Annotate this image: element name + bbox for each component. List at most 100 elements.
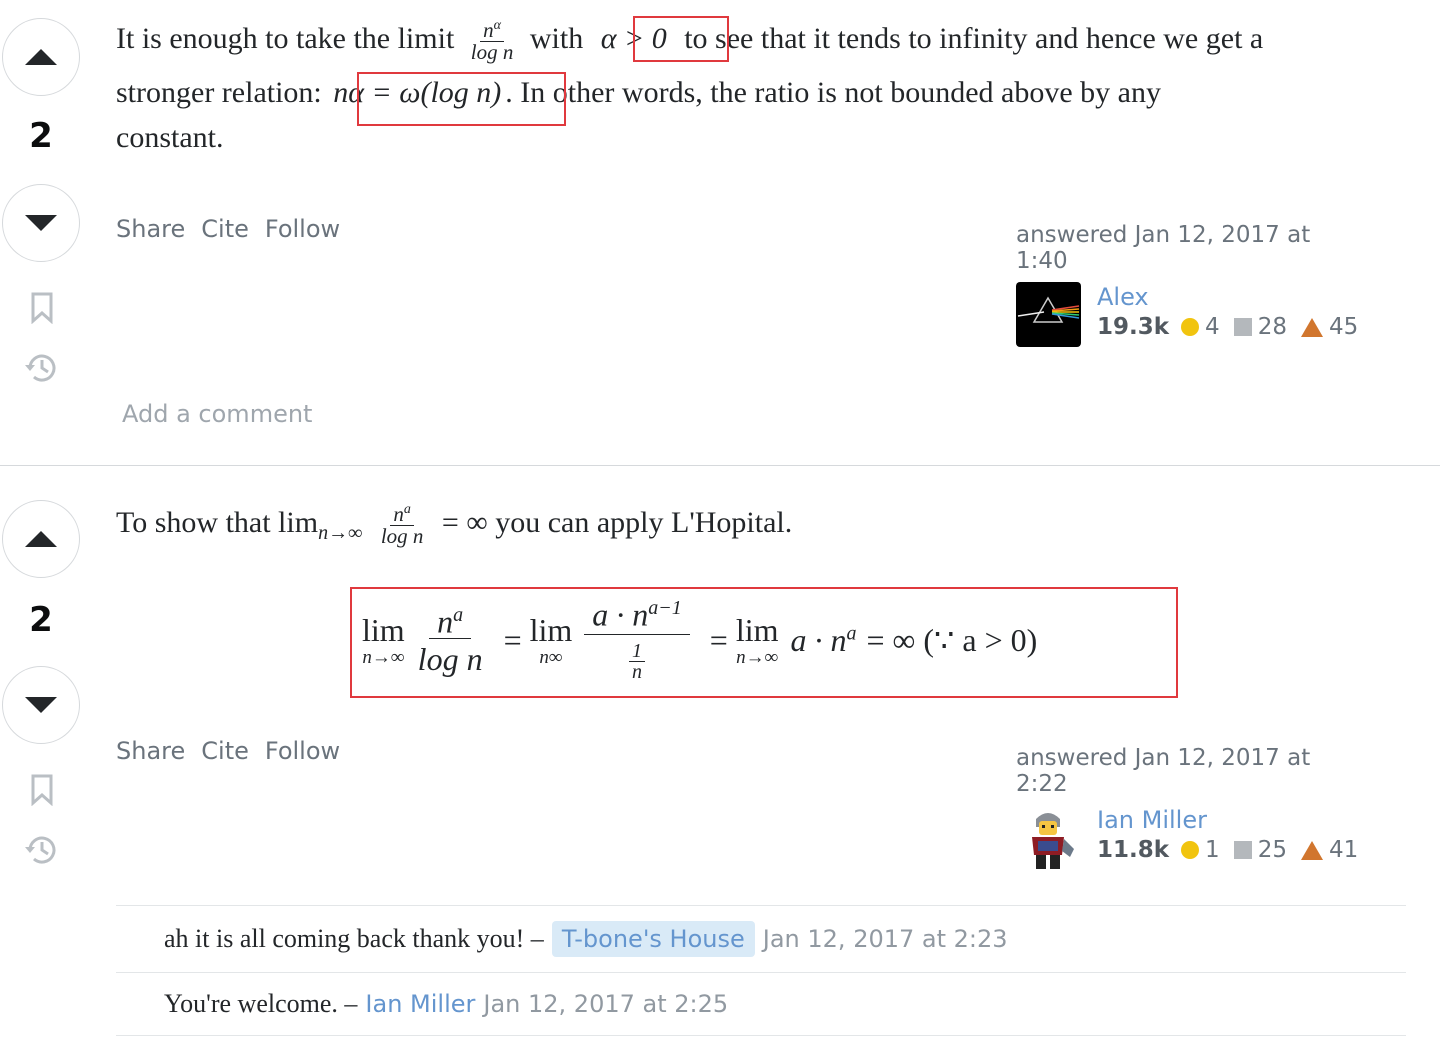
arrow-down-icon (25, 215, 57, 231)
body-text: with (529, 22, 584, 55)
bronze-count: 45 (1328, 314, 1359, 340)
downvote-button[interactable] (2, 666, 80, 744)
frac-den: log n (470, 40, 514, 65)
vote-count: 2 (29, 116, 53, 156)
body-text: = ∞ you can apply L'Hopital. (441, 506, 793, 539)
cite-link[interactable]: Cite (201, 737, 249, 765)
frac-num: n (437, 603, 454, 640)
fraction: a · na−1 1 n (584, 596, 690, 684)
lim-subscript: n∞ (539, 646, 563, 668)
frac-den: log n (417, 640, 483, 677)
user-name[interactable]: Alex (1097, 282, 1372, 312)
lim-text: lim (529, 611, 573, 648)
gold-count: 4 (1205, 314, 1220, 340)
body-text: . In other words, the ratio is not bound… (505, 76, 1161, 109)
body-text: stronger relation: (116, 76, 322, 109)
frac-den: n (632, 661, 643, 684)
timeline-button[interactable] (24, 350, 60, 386)
answered-time: answered Jan 12, 2017 at 2:22 (1016, 745, 1311, 797)
prism-avatar-icon (1016, 282, 1081, 347)
comment-user[interactable]: T-bone's House (551, 921, 755, 957)
bookmark-button[interactable] (24, 290, 60, 326)
vote-count: 2 (29, 600, 53, 640)
highlight-box (357, 72, 566, 126)
frac-den: log n (380, 524, 424, 549)
reputation-score: 11.8k (1097, 837, 1170, 863)
downvote-button[interactable] (2, 184, 80, 262)
frac-num: 1 (629, 641, 646, 663)
upvote-button[interactable] (2, 500, 80, 578)
tail-term: a · na (791, 622, 857, 659)
comment-divider (116, 972, 1406, 973)
answered-time: answered Jan 12, 2017 at 1:40 (1016, 222, 1311, 274)
comment: ah it is all coming back thank you! – T-… (164, 918, 1008, 960)
display-equation: lim n→∞ na log n = lim n∞ a · na−1 1 n =… (362, 590, 1162, 690)
frac-sup: α (493, 18, 501, 34)
silver-count: 25 (1257, 837, 1287, 863)
fraction: na log n (415, 605, 486, 675)
answer-body: It is enough to take the limit nα log n … (116, 14, 1416, 164)
upvote-button[interactable] (2, 18, 80, 96)
silver-badge-icon (1233, 318, 1252, 336)
reputation-score: 19.3k (1097, 314, 1170, 340)
frac-sup: a (403, 502, 411, 518)
silver-badge-icon (1233, 841, 1252, 859)
history-icon (25, 836, 56, 864)
lim-subscript: n→∞ (362, 646, 405, 668)
frac-sup: a (453, 604, 464, 627)
share-link[interactable]: Share (116, 215, 185, 243)
comment-divider (116, 905, 1406, 906)
lim-subscript: n→∞ (736, 646, 779, 668)
gold-badge-icon (1181, 318, 1200, 336)
add-comment-link[interactable]: Add a comment (122, 400, 312, 428)
frac-sup: a−1 (648, 596, 682, 619)
follow-link[interactable]: Follow (265, 215, 340, 243)
equals: = (503, 621, 522, 658)
arrow-up-icon (25, 49, 57, 65)
lim-text: lim (735, 611, 779, 648)
tail-sup: a (846, 621, 857, 644)
fraction: na log n (378, 503, 427, 547)
arrow-up-icon (25, 531, 57, 547)
user-reputation: 19.3k 4 28 45 (1097, 314, 1372, 340)
gold-count: 1 (1205, 837, 1220, 863)
frac-num: n (393, 502, 404, 527)
bookmark-button[interactable] (24, 772, 60, 808)
lim-subscript: n→∞ (318, 522, 363, 544)
bronze-count: 41 (1328, 837, 1359, 863)
timeline-button[interactable] (24, 832, 60, 868)
comment-user[interactable]: Ian Miller (365, 990, 475, 1018)
lim-text: lim (362, 611, 405, 648)
comment-date[interactable]: Jan 12, 2017 at 2:25 (483, 990, 728, 1018)
comment-divider (116, 1035, 1406, 1036)
history-icon (25, 354, 56, 382)
answer-divider (0, 465, 1440, 466)
bookmark-icon (31, 292, 53, 324)
user-name[interactable]: Ian Miller (1097, 805, 1372, 835)
gold-badge-icon (1181, 841, 1200, 859)
body-text: to see that it tends to infinity and hen… (684, 22, 1264, 55)
limit: lim n∞ (530, 614, 573, 667)
knight-figure-avatar-icon (1016, 805, 1081, 870)
frac-num: n (483, 18, 494, 43)
fraction: nα log n (468, 19, 517, 63)
highlight-box (633, 16, 729, 62)
equation-result: = ∞ (∵ a > 0) (866, 622, 1038, 658)
bronze-badge-icon (1300, 840, 1323, 860)
bronze-badge-icon (1300, 317, 1323, 337)
equals: = (709, 621, 728, 658)
cite-link[interactable]: Cite (201, 215, 249, 243)
comment-date[interactable]: Jan 12, 2017 at 2:23 (763, 925, 1008, 953)
user-reputation: 11.8k 1 25 41 (1097, 837, 1372, 863)
frac-num: a · n (592, 596, 649, 633)
comment: You're welcome. – Ian Miller Jan 12, 201… (164, 984, 728, 1024)
follow-link[interactable]: Follow (265, 737, 340, 765)
user-signature: answered Jan 12, 2017 at 1:40 Alex 19.3k (1016, 222, 1358, 347)
post-actions: Share Cite Follow (116, 737, 340, 765)
limit: lim n→∞ (736, 614, 779, 667)
avatar[interactable] (1016, 282, 1081, 347)
limit: lim n→∞ (362, 614, 405, 667)
share-link[interactable]: Share (116, 737, 185, 765)
bookmark-icon (31, 774, 53, 806)
avatar[interactable] (1016, 805, 1081, 870)
